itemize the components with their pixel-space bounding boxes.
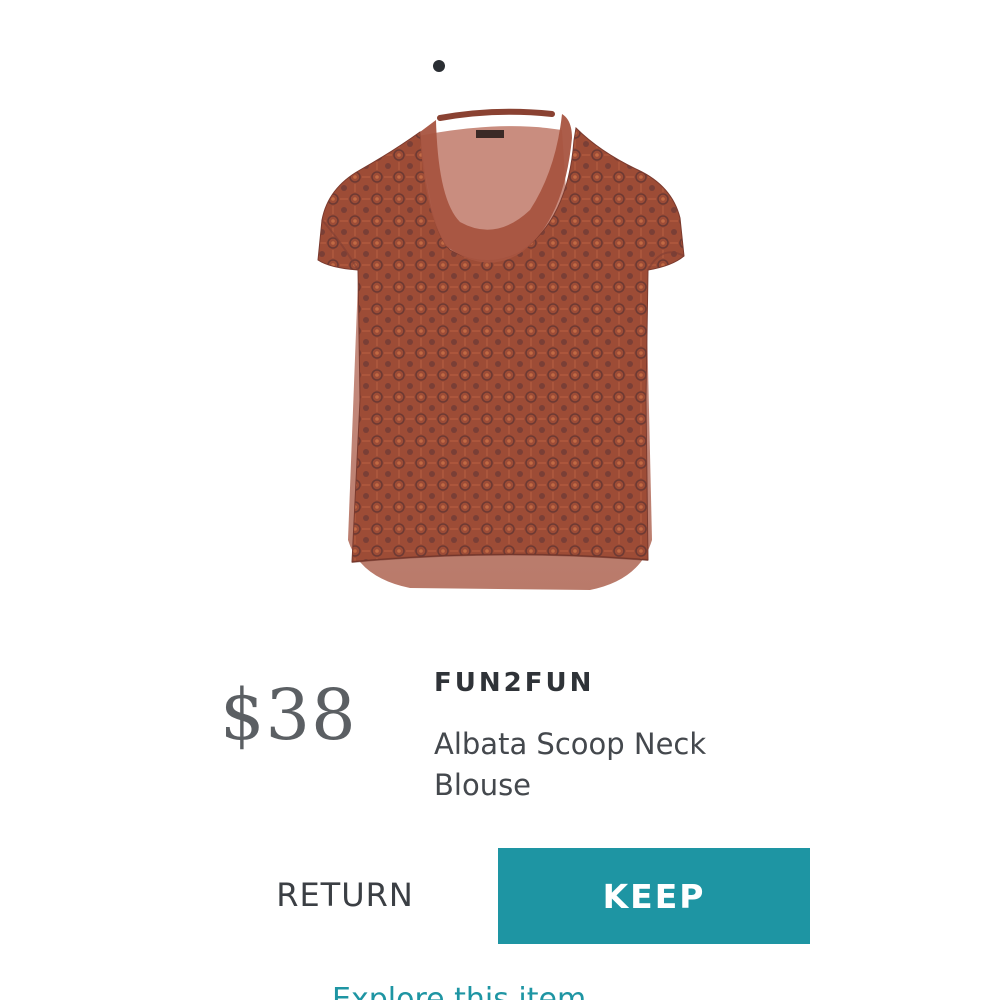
item-review-screen: $38 FUN2FUN Albata Scoop Neck Blouse RET… [0, 0, 1000, 1000]
explore-item-link[interactable]: Explore this item [332, 982, 586, 1000]
return-button[interactable]: RETURN [230, 848, 460, 942]
carousel-indicator-dot[interactable] [433, 60, 445, 72]
brand-name: FUN2FUN [434, 668, 595, 698]
product-image[interactable] [300, 100, 700, 620]
item-name-line-2: Blouse [434, 768, 532, 802]
item-price: $38 [220, 674, 357, 756]
keep-button[interactable]: KEEP [498, 848, 810, 944]
item-name: Albata Scoop Neck Blouse [434, 724, 764, 806]
item-name-line-1: Albata Scoop Neck [434, 727, 707, 761]
